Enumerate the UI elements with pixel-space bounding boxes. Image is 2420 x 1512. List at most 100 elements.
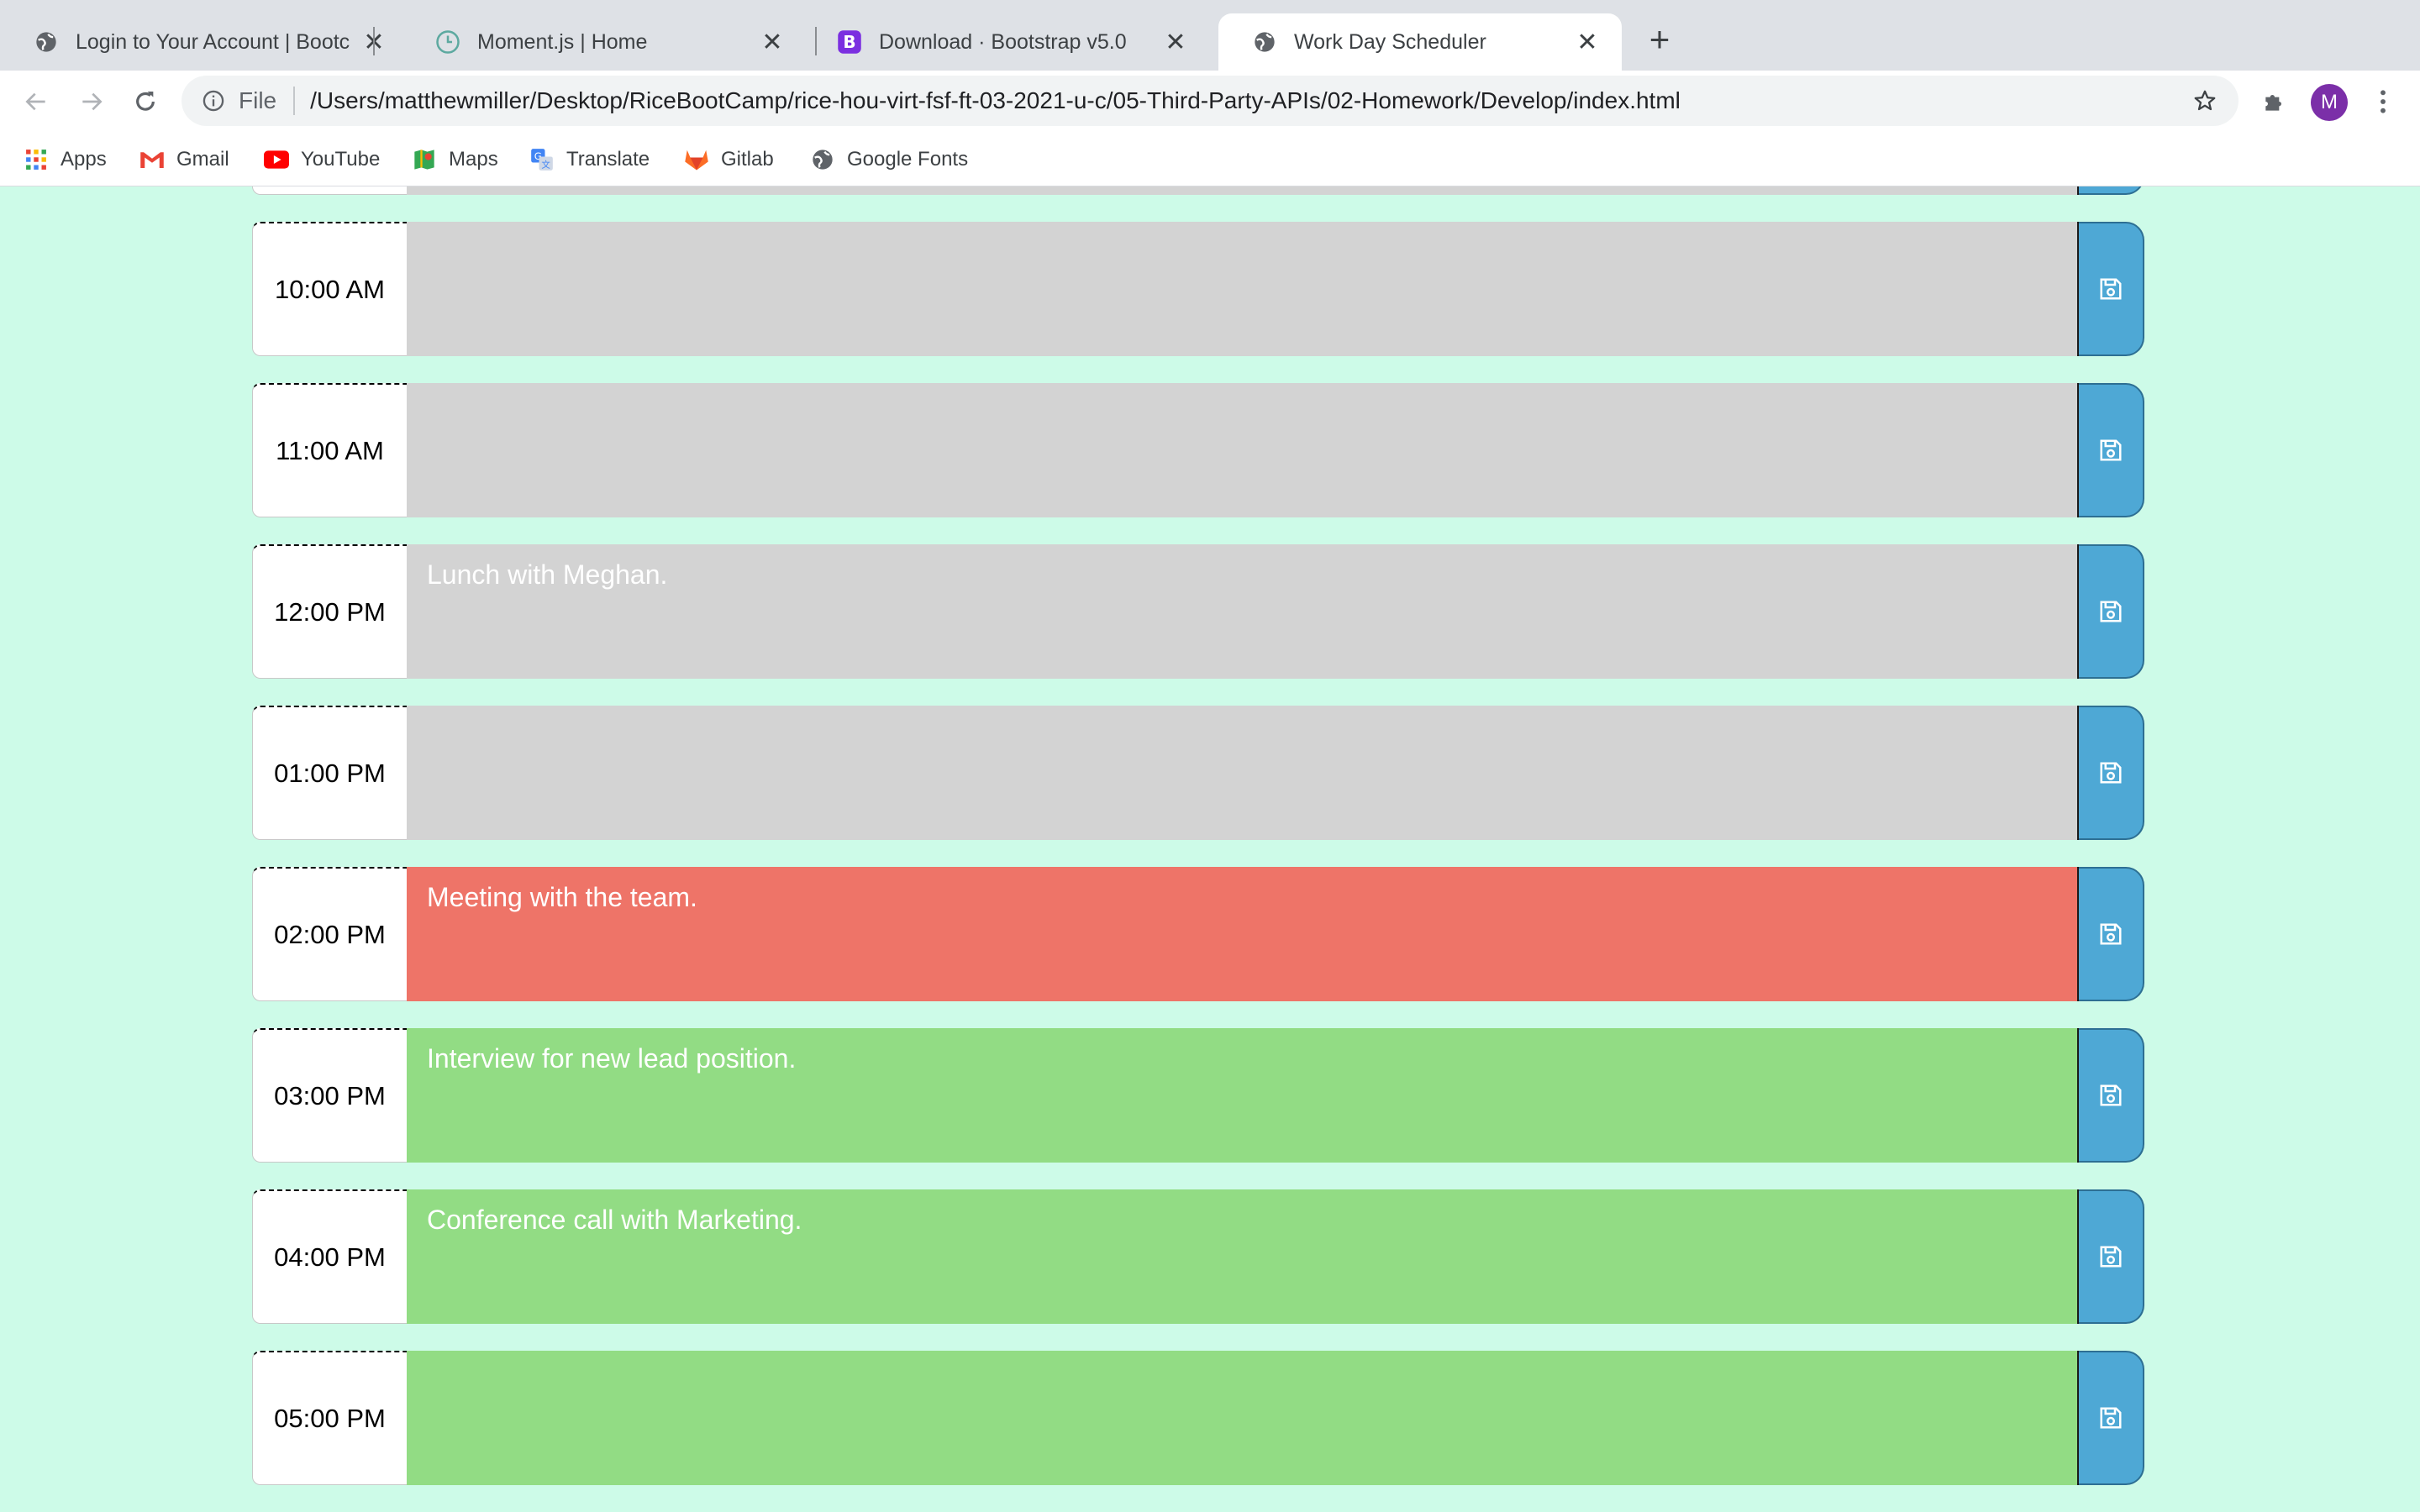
bookmark-star-icon[interactable] (2186, 82, 2223, 119)
time-block-row: 03:00 PM Interview for new lead position… (252, 1028, 2144, 1163)
svg-text:文: 文 (541, 159, 550, 170)
time-block-row: 05:00 PM (252, 1351, 2144, 1485)
tab-momentjs[interactable]: Moment.js | Home ✕ (402, 13, 807, 71)
reload-icon (136, 92, 155, 111)
translate-icon: G文 (529, 147, 555, 172)
event-description[interactable] (407, 222, 2079, 356)
hour-label: 11:00 AM (252, 383, 407, 517)
bookmark-youtube[interactable]: YouTube (264, 144, 380, 175)
save-button[interactable] (2079, 1028, 2144, 1163)
save-button[interactable] (2079, 867, 2144, 1001)
hour-label: 12:00 PM (252, 544, 407, 679)
bookmark-google-fonts[interactable]: Google Fonts (810, 144, 968, 175)
time-block-row: 11:00 AM (252, 383, 2144, 517)
floppy-disk-icon (2100, 278, 2122, 300)
close-icon[interactable]: ✕ (1573, 28, 1602, 56)
hour-label: 04:00 PM (252, 1189, 407, 1324)
event-description[interactable]: Lunch with Meghan. (407, 544, 2079, 679)
hour-label: 02:00 PM (252, 867, 407, 1001)
bookmark-label: YouTube (301, 148, 381, 171)
floppy-disk-icon (2100, 1407, 2122, 1429)
event-description[interactable]: Meeting with the team. (407, 867, 2079, 1001)
hour-label: 03:00 PM (252, 1028, 407, 1163)
bookmark-label: Gmail (176, 148, 229, 171)
event-description[interactable] (407, 186, 2079, 195)
apps-grid-icon (24, 147, 49, 172)
save-button[interactable] (2079, 222, 2144, 356)
time-block-row: 12:00 PM Lunch with Meghan. (252, 544, 2144, 679)
bookmark-apps[interactable]: Apps (24, 144, 107, 175)
tab-title: Login to Your Account | Bootca (76, 29, 350, 54)
bookmark-label: Apps (60, 148, 107, 171)
globe-icon (810, 147, 835, 172)
bookmark-label: Translate (566, 148, 650, 171)
clock-icon (435, 29, 460, 55)
time-block-row: 01:00 PM (252, 706, 2144, 840)
tab-login[interactable]: Login to Your Account | Bootca ✕ (0, 13, 408, 71)
time-block-row: 02:00 PM Meeting with the team. (252, 867, 2144, 1001)
time-block-row: 04:00 PM Conference call with Marketing. (252, 1189, 2144, 1324)
extensions-button[interactable] (2254, 81, 2296, 123)
floppy-disk-icon (2100, 762, 2122, 784)
globe-icon (34, 29, 59, 55)
reload-button[interactable] (124, 81, 166, 123)
event-description[interactable]: Conference call with Marketing. (407, 1189, 2079, 1324)
tab-title: Download · Bootstrap v5.0 (879, 29, 1127, 54)
save-button[interactable] (2079, 383, 2144, 517)
close-icon[interactable]: ✕ (1161, 28, 1190, 56)
tab-title: Moment.js | Home (477, 29, 648, 54)
address-bar[interactable]: File /Users/matthewmiller/Desktop/RiceBo… (182, 76, 2238, 126)
bookmarks-bar: Apps Gmail YouTube Maps G文 Translate Git… (0, 133, 2420, 186)
gitlab-icon (684, 147, 709, 172)
save-button[interactable] (2079, 544, 2144, 679)
omnibox-divider (293, 87, 296, 115)
floppy-disk-icon (2100, 1246, 2122, 1268)
svg-text:B: B (843, 32, 855, 52)
tab-bootstrap[interactable]: B Download · Bootstrap v5.0 ✕ (803, 13, 1210, 71)
bookmark-label: Maps (449, 148, 498, 171)
globe-icon (1252, 29, 1277, 55)
bookmark-label: Gitlab (721, 148, 774, 171)
info-icon[interactable] (198, 86, 229, 116)
forward-button[interactable] (71, 81, 113, 123)
new-tab-button[interactable]: + (1639, 18, 1681, 60)
save-button[interactable] (2079, 1189, 2144, 1324)
hour-label: 01:00 PM (252, 706, 407, 840)
floppy-disk-icon (2100, 923, 2122, 945)
scheduler-page: 10:00 AM 11:00 AM 12:00 PM Lunch with Me… (0, 186, 2420, 1512)
profile-avatar[interactable]: M (2311, 84, 2348, 121)
arrow-left-icon (25, 92, 45, 111)
hour-label (252, 186, 407, 195)
back-button[interactable] (15, 81, 57, 123)
puzzle-icon (2265, 95, 2281, 111)
youtube-icon (264, 147, 289, 172)
time-block-row-cut (252, 186, 2144, 195)
tab-title: Work Day Scheduler (1294, 29, 1486, 54)
tab-work-day-scheduler[interactable]: Work Day Scheduler ✕ (1218, 13, 1622, 71)
save-button[interactable] (2079, 1351, 2144, 1485)
event-description[interactable] (407, 1351, 2079, 1485)
floppy-disk-icon (2100, 1084, 2122, 1106)
event-description[interactable]: Interview for new lead position. (407, 1028, 2079, 1163)
tab-separator (373, 27, 375, 55)
gmail-icon (139, 147, 165, 172)
save-button[interactable] (2079, 706, 2144, 840)
event-description[interactable] (407, 706, 2079, 840)
close-icon[interactable]: ✕ (758, 28, 786, 56)
bookmark-label: Google Fonts (847, 148, 969, 171)
browser-toolbar: File /Users/matthewmiller/Desktop/RiceBo… (0, 71, 2420, 133)
bookmark-translate[interactable]: G文 Translate (529, 144, 650, 175)
hour-label: 05:00 PM (252, 1351, 407, 1485)
menu-button[interactable] (2366, 81, 2400, 123)
arrow-right-icon (82, 92, 103, 111)
bookmark-gitlab[interactable]: Gitlab (684, 144, 774, 175)
bookmark-gmail[interactable]: Gmail (139, 144, 229, 175)
hour-label: 10:00 AM (252, 222, 407, 356)
tab-strip: Login to Your Account | Bootca ✕ Moment.… (0, 0, 2420, 71)
more-vert-icon (2381, 90, 2386, 113)
url-text[interactable]: /Users/matthewmiller/Desktop/RiceBootCam… (310, 87, 2186, 114)
bookmark-maps[interactable]: Maps (412, 144, 498, 175)
save-button[interactable] (2079, 186, 2144, 195)
event-description[interactable] (407, 383, 2079, 517)
floppy-disk-icon (2100, 601, 2122, 622)
